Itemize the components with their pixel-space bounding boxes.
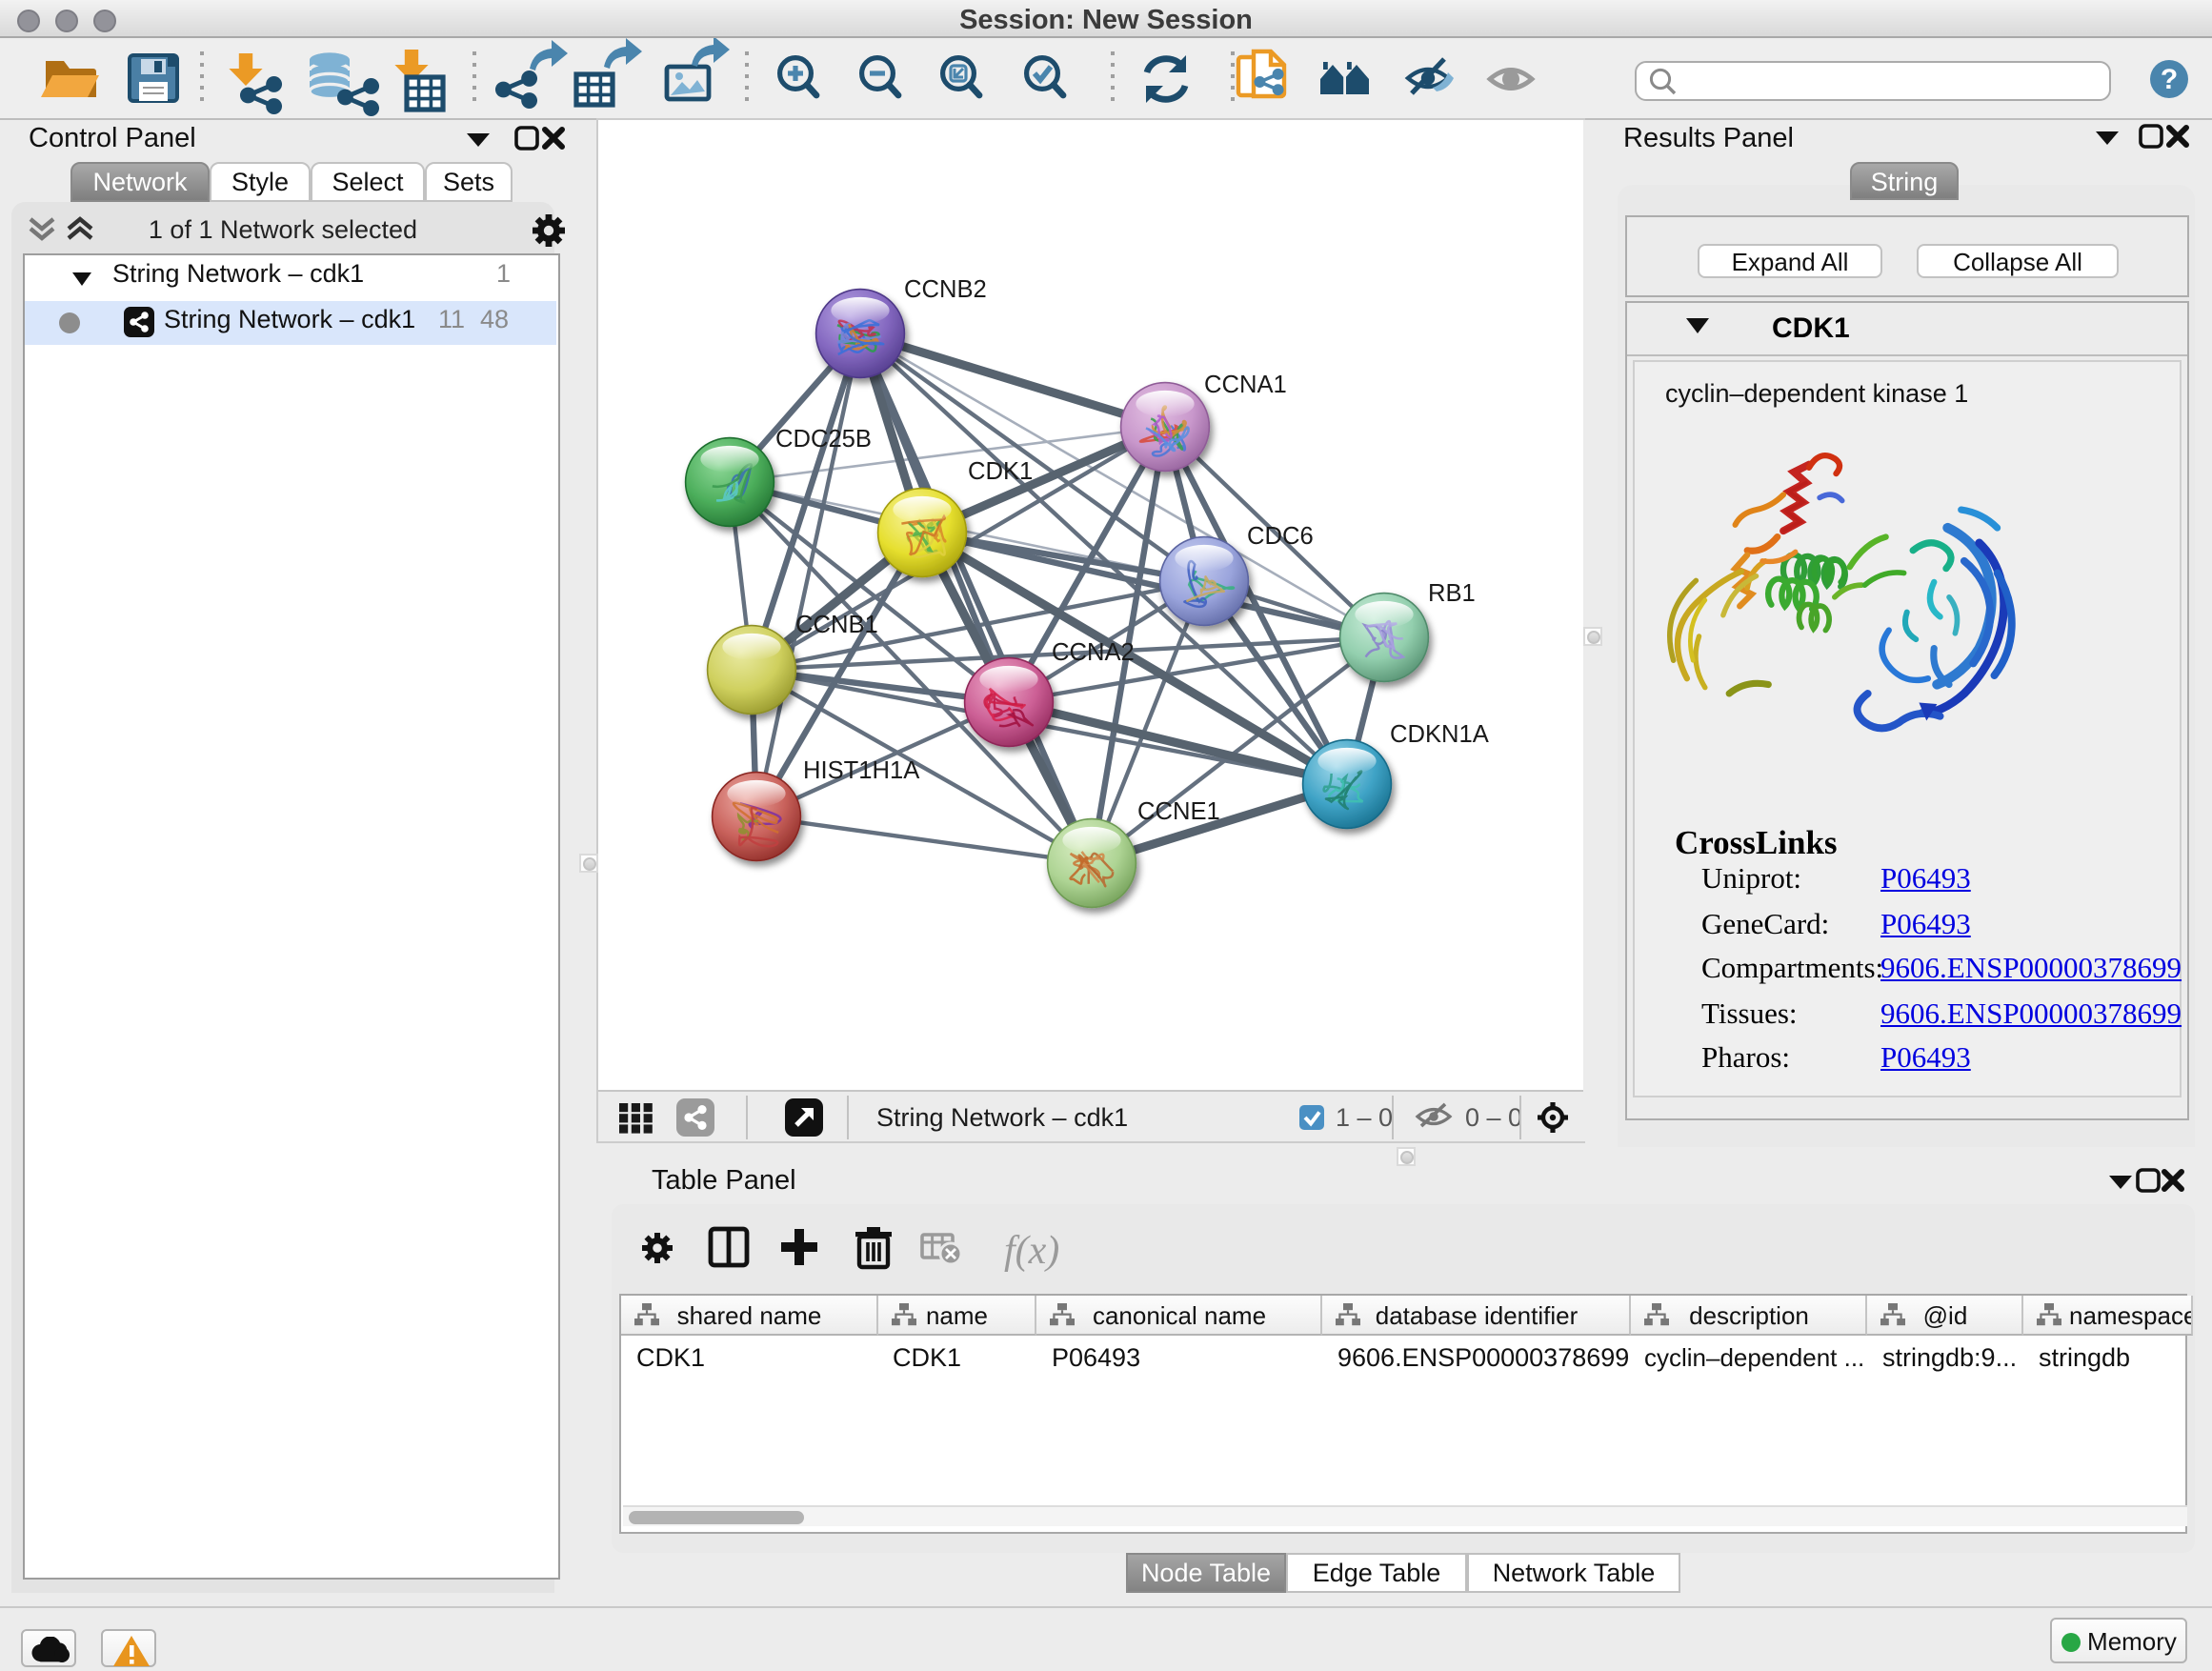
svg-text:1 – 0: 1 – 0 xyxy=(1336,1103,1393,1132)
svg-text:HIST1H1A: HIST1H1A xyxy=(803,757,920,784)
svg-text:CCNB2: CCNB2 xyxy=(904,276,987,303)
svg-text:RB1: RB1 xyxy=(1428,580,1476,607)
svg-text:CDKN1A: CDKN1A xyxy=(1390,721,1490,748)
svg-text:CCNB1: CCNB1 xyxy=(795,612,878,638)
svg-text:CDC25B: CDC25B xyxy=(775,426,872,453)
svg-text:CDC6: CDC6 xyxy=(1247,523,1314,550)
svg-text:?: ? xyxy=(2161,64,2178,95)
svg-text:String Network – cdk1: String Network – cdk1 xyxy=(876,1103,1128,1132)
svg-text:CCNE1: CCNE1 xyxy=(1137,798,1220,825)
svg-text:CDK1: CDK1 xyxy=(968,458,1033,485)
svg-text:f(x): f(x) xyxy=(1004,1229,1059,1273)
svg-text:0 – 0: 0 – 0 xyxy=(1465,1103,1522,1132)
svg-text:CCNA2: CCNA2 xyxy=(1052,639,1135,666)
svg-text:CCNA1: CCNA1 xyxy=(1204,372,1287,398)
